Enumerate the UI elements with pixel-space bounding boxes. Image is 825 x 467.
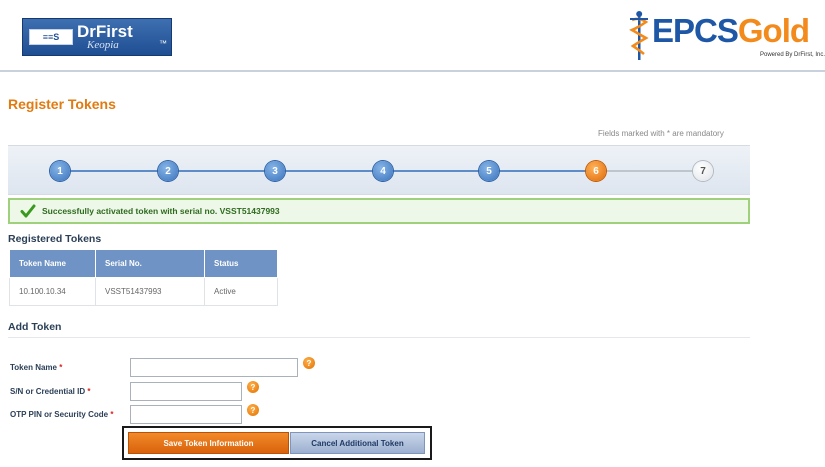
drfirst-badge: ≡≡S xyxy=(29,29,73,45)
drfirst-name: DrFirst xyxy=(77,22,133,41)
table-header-row: Token Name Serial No. Status xyxy=(9,249,278,278)
caduceus-icon xyxy=(629,11,649,60)
otp-pin-input[interactable] xyxy=(130,405,242,424)
page-header: ≡≡S DrFirst Keopia ™ EPCSGold Powered By… xyxy=(0,0,825,70)
trademark-mark: ™ xyxy=(159,39,167,48)
serial-credential-input[interactable] xyxy=(130,382,242,401)
step-connector-complete xyxy=(70,170,596,172)
cancel-token-button[interactable]: Cancel Additional Token xyxy=(290,432,425,454)
mandatory-note: Fields marked with * are mandatory xyxy=(598,129,724,138)
form-action-buttons: Save Token Information Cancel Additional… xyxy=(122,426,432,460)
drfirst-subtitle: Keopia xyxy=(87,39,119,51)
success-text: Successfully activated token with serial… xyxy=(42,206,280,216)
step-3: 3 xyxy=(265,161,285,181)
step-4: 4 xyxy=(373,161,393,181)
section-divider xyxy=(8,337,750,338)
serial-no-cell: VSST51437993 xyxy=(95,277,205,306)
step-6-active: 6 xyxy=(586,161,606,181)
epcs-wordmark: EPCSGold xyxy=(652,12,810,49)
check-icon xyxy=(20,204,36,218)
powered-by-text: Powered By DrFirst, Inc. xyxy=(759,52,825,58)
token-name-input[interactable] xyxy=(130,358,298,377)
save-token-button[interactable]: Save Token Information xyxy=(128,432,289,454)
status-cell: Active xyxy=(204,277,278,306)
otp-pin-label: OTP PIN or Security Code * xyxy=(10,410,114,419)
help-icon[interactable]: ? xyxy=(247,381,259,393)
help-icon[interactable]: ? xyxy=(303,357,315,369)
header-divider xyxy=(0,70,825,72)
success-message: Successfully activated token with serial… xyxy=(8,198,750,224)
progress-steps: 1 2 3 4 5 6 7 xyxy=(8,145,750,195)
epcs-gold-logo: EPCSGold Powered By DrFirst, Inc. xyxy=(628,8,825,66)
step-1: 1 xyxy=(50,161,70,181)
registered-tokens-heading: Registered Tokens xyxy=(8,233,102,245)
serial-credential-label: S/N or Credential ID * xyxy=(10,387,91,396)
step-2: 2 xyxy=(158,161,178,181)
column-header: Status xyxy=(204,249,278,278)
add-token-heading: Add Token xyxy=(8,321,62,333)
token-name-label: Token Name * xyxy=(10,363,63,372)
drfirst-logo: ≡≡S DrFirst Keopia ™ xyxy=(22,18,172,56)
step-5: 5 xyxy=(479,161,499,181)
page-title: Register Tokens xyxy=(8,96,116,112)
help-icon[interactable]: ? xyxy=(247,404,259,416)
registered-tokens-table: Token Name Serial No. Status 10.100.10.3… xyxy=(9,249,278,306)
token-name-cell: 10.100.10.34 xyxy=(9,277,96,306)
step-7: 7 xyxy=(693,161,713,181)
column-header: Token Name xyxy=(9,249,96,278)
table-row: 10.100.10.34 VSST51437993 Active xyxy=(9,277,278,306)
column-header: Serial No. xyxy=(95,249,205,278)
step-connector-pending xyxy=(596,170,704,172)
